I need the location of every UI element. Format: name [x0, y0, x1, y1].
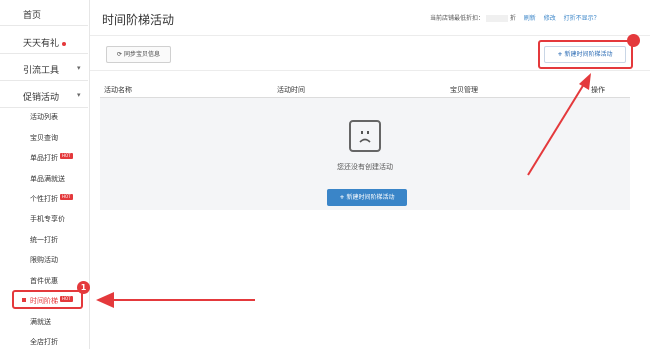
annotation-arrows — [96, 73, 591, 308]
arrowhead-left-icon — [96, 292, 114, 308]
arrow-to-new-button — [527, 83, 585, 176]
